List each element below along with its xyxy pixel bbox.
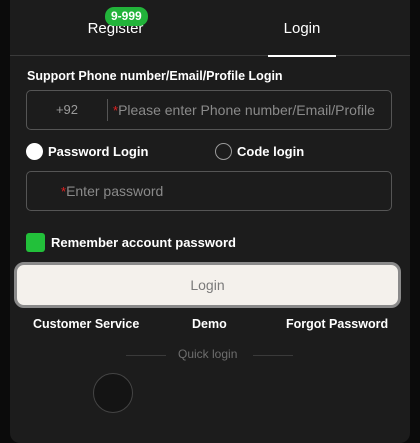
account-field[interactable]: +92 *Please enter Phone number/Email/Pro… <box>26 90 392 130</box>
country-code-value: +92 <box>55 102 79 117</box>
radio-unselected-icon <box>215 142 232 160</box>
tab-login[interactable]: Login <box>268 0 336 56</box>
divider-line <box>126 355 166 356</box>
login-card: Register 9-999 Login Support Phone numbe… <box>10 0 410 443</box>
radio-password-login[interactable]: Password Login <box>26 141 148 161</box>
password-placeholder: Enter password <box>66 183 164 199</box>
account-input[interactable]: *Please enter Phone number/Email/Profile <box>113 91 389 129</box>
forgot-password-link[interactable]: Forgot Password <box>286 317 388 331</box>
support-login-label: Support Phone number/Email/Profile Login <box>27 69 283 83</box>
checkbox-checked-icon[interactable] <box>26 233 45 252</box>
account-placeholder: Please enter Phone number/Email/Profile <box>118 102 375 118</box>
field-divider <box>107 99 108 121</box>
quick-login-label: Quick login <box>178 347 238 361</box>
tab-login-label: Login <box>283 19 321 37</box>
auth-tabs: Register 9-999 Login <box>10 0 410 57</box>
login-button-label: Login <box>190 277 225 293</box>
divider-line <box>253 355 293 356</box>
password-login-label: Password Login <box>48 143 149 159</box>
code-login-label: Code login <box>237 143 305 159</box>
radio-selected-icon <box>26 142 43 160</box>
active-tab-indicator <box>268 55 336 57</box>
radio-code-login[interactable]: Code login <box>215 141 304 161</box>
login-button[interactable]: Login <box>14 262 401 308</box>
country-code-select[interactable]: +92 <box>27 91 107 129</box>
customer-service-link[interactable]: Customer Service <box>33 317 139 331</box>
remember-label: Remember account password <box>51 235 236 250</box>
password-input[interactable]: *Enter password <box>61 172 163 210</box>
quick-login-divider: Quick login <box>10 347 410 363</box>
quick-login-icon[interactable] <box>93 373 133 413</box>
demo-link[interactable]: Demo <box>192 317 227 331</box>
remember-password-toggle[interactable]: Remember account password <box>26 233 236 252</box>
register-badge: 9-999 <box>105 7 148 26</box>
password-field[interactable]: *Enter password <box>26 171 392 211</box>
